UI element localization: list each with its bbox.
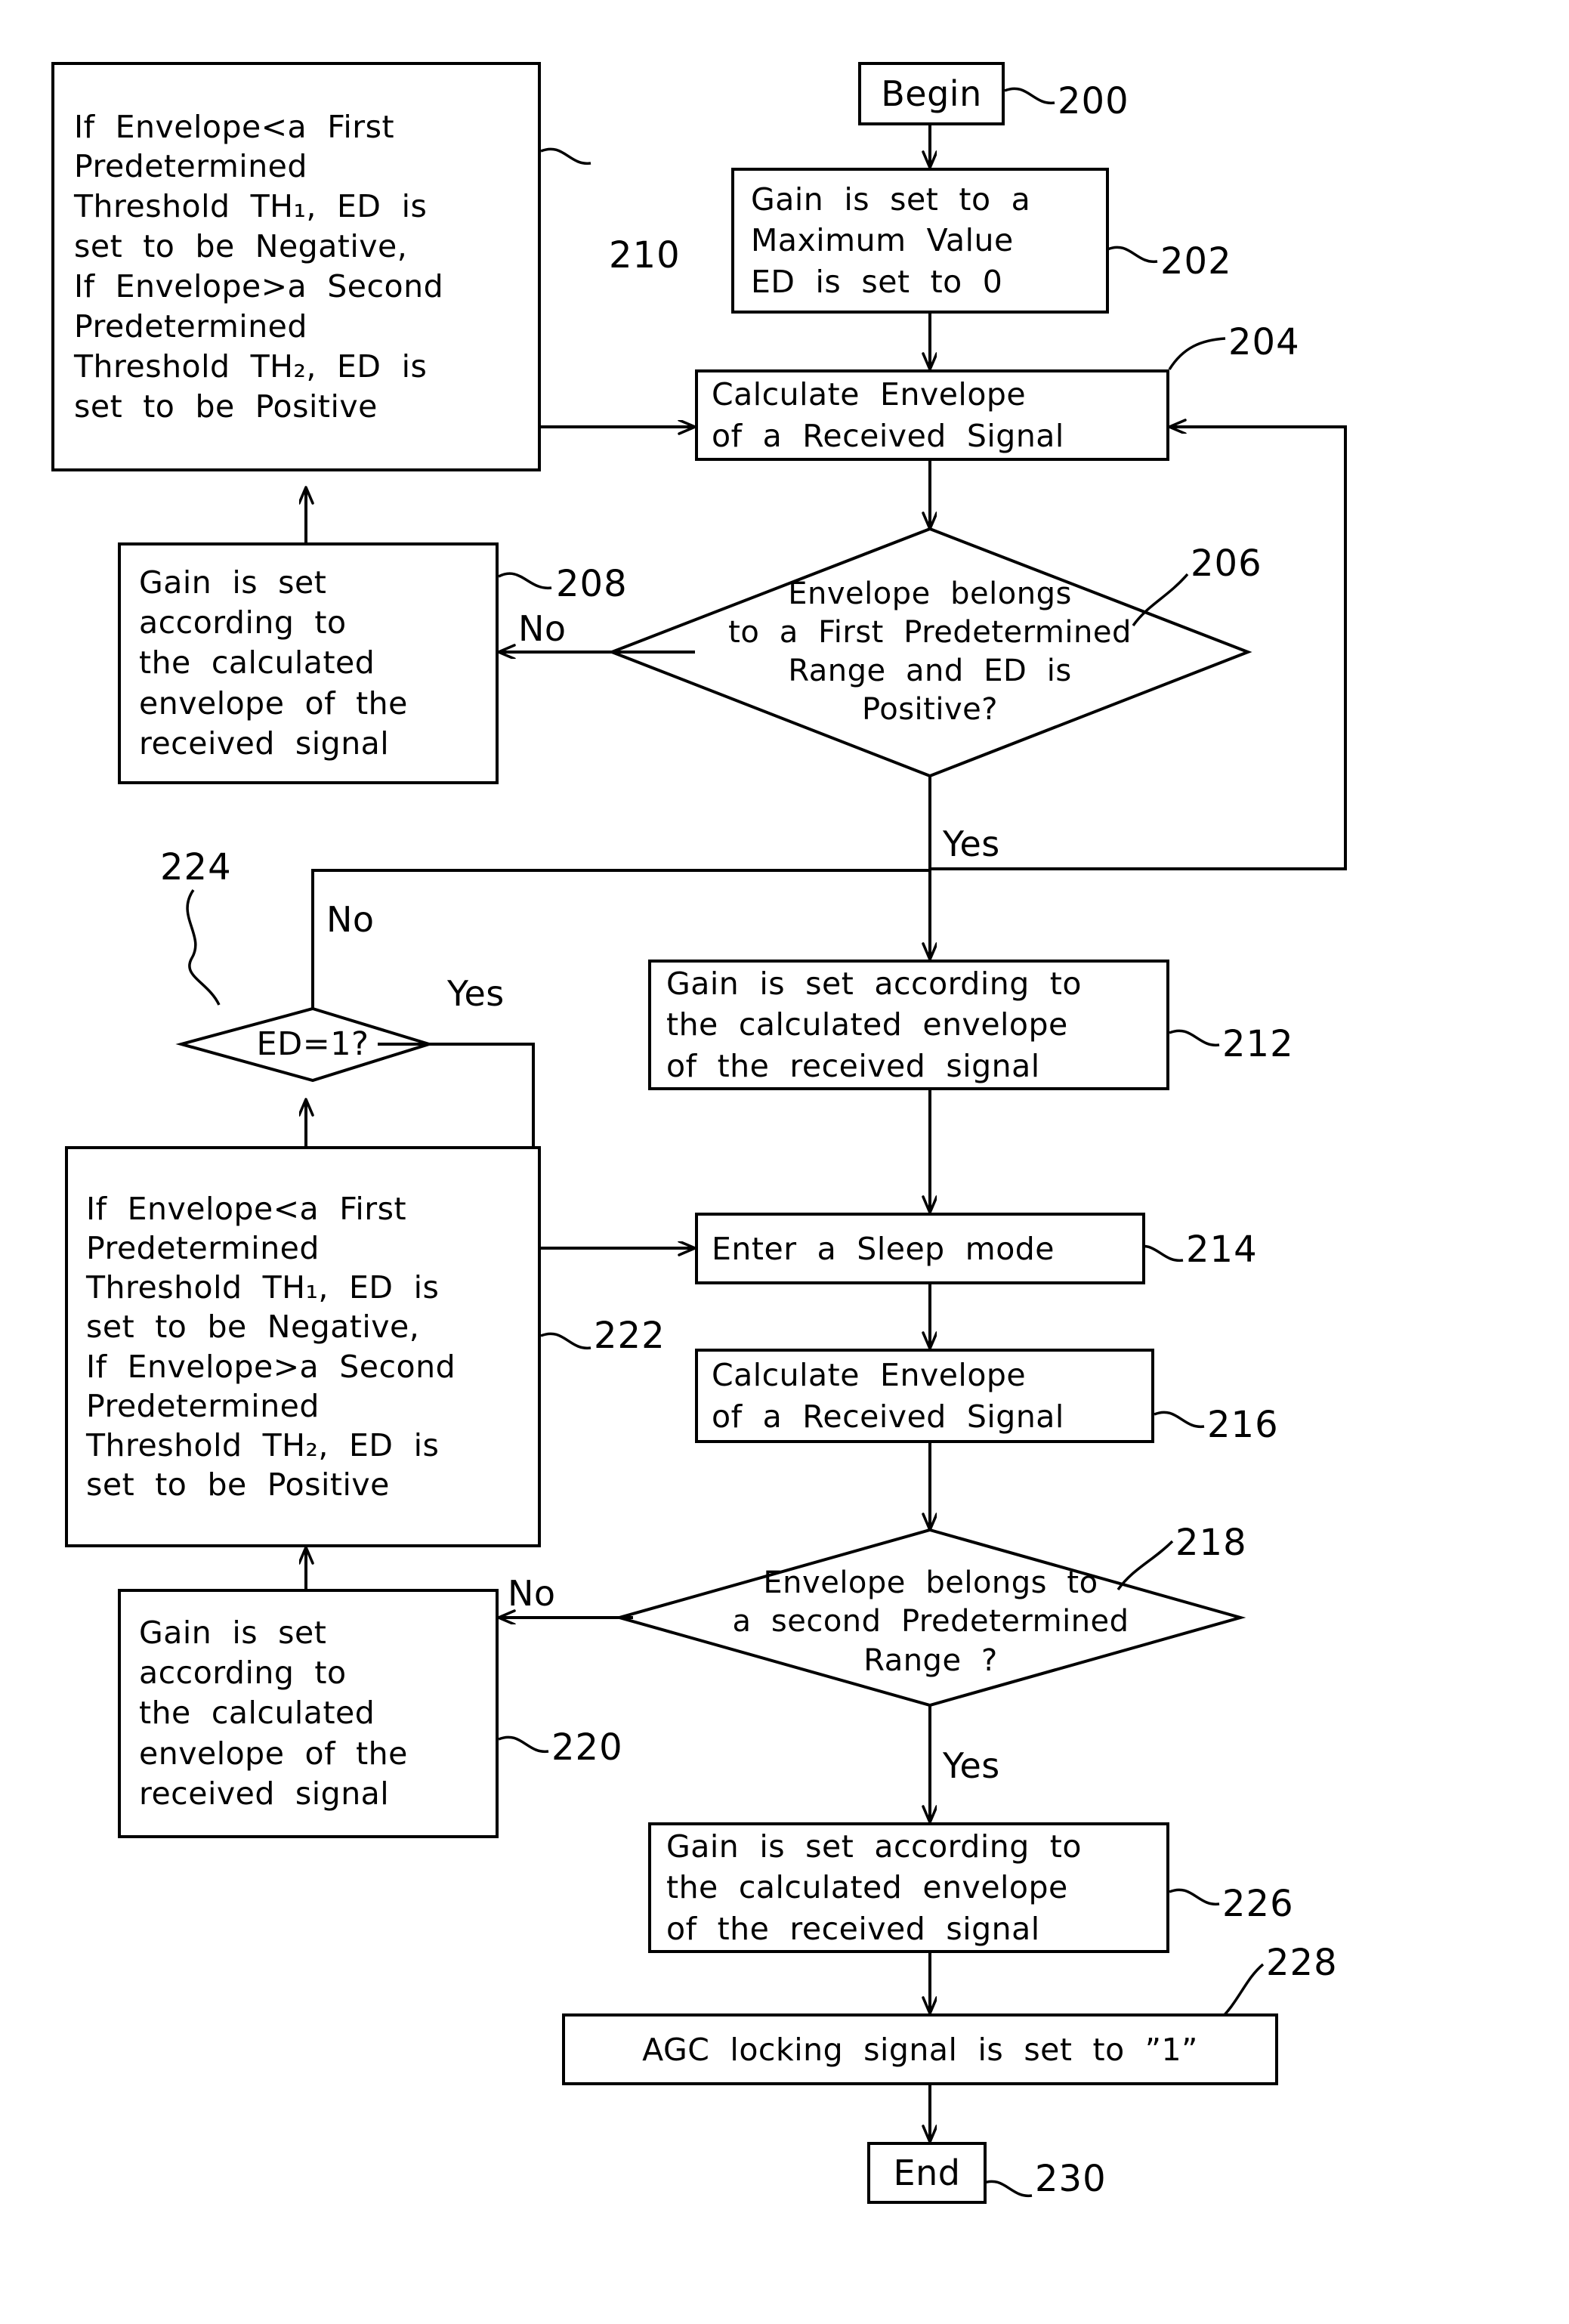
edge-label-224-no: No bbox=[326, 899, 375, 940]
ref-label-206: 206 bbox=[1191, 542, 1262, 585]
terminal-end: End bbox=[867, 2142, 987, 2204]
ref-label-200: 200 bbox=[1058, 80, 1129, 122]
leader-216 bbox=[1154, 1411, 1205, 1428]
box-222-line-2: Predetermined bbox=[86, 1230, 320, 1267]
box-202-line-1: Gain is set to a bbox=[751, 181, 1031, 218]
leader-204 bbox=[1168, 337, 1226, 370]
box-210-line-7: Threshold TH₂, ED is bbox=[74, 348, 428, 385]
ref-label-226: 226 bbox=[1222, 1883, 1294, 1925]
ref-label-224: 224 bbox=[160, 846, 232, 888]
ref-label-208: 208 bbox=[556, 563, 628, 605]
leader-226 bbox=[1169, 1888, 1220, 1905]
box-208-line-1: Gain is set bbox=[139, 564, 327, 601]
box-208-line-5: received signal bbox=[139, 725, 390, 762]
ref-label-212: 212 bbox=[1222, 1023, 1294, 1065]
box-216-line-2: of a Received Signal bbox=[712, 1398, 1064, 1435]
process-box-212: Gain is set according to the calculated … bbox=[648, 960, 1169, 1090]
box-222-line-6: Predetermined bbox=[86, 1387, 320, 1424]
box-220-line-2: according to bbox=[139, 1655, 347, 1692]
flowchart-canvas: If Envelope<a First Predetermined Thresh… bbox=[0, 0, 1569, 2324]
box-222-line-7: Threshold TH₂, ED is bbox=[86, 1426, 440, 1463]
decision-218-shape bbox=[613, 1528, 1246, 1707]
box-210-line-2: Predetermined bbox=[74, 148, 307, 185]
box-208-line-2: according to bbox=[139, 604, 347, 641]
ref-label-210: 210 bbox=[609, 234, 681, 277]
box-202-line-2: Maximum Value bbox=[751, 222, 1014, 259]
ref-label-214: 214 bbox=[1186, 1228, 1258, 1271]
box-210-line-5: If Envelope>a Second bbox=[74, 268, 444, 304]
box-212-line-1: Gain is set according to bbox=[666, 966, 1082, 1003]
box-210-line-8: set to be Positive bbox=[74, 388, 378, 425]
process-box-228: AGC locking signal is set to ”1” bbox=[562, 2013, 1278, 2085]
box-226-line-1: Gain is set according to bbox=[666, 1828, 1082, 1865]
process-box-220: Gain is set according to the calculated … bbox=[118, 1589, 499, 1838]
begin-label: Begin bbox=[881, 73, 982, 114]
box-226-line-3: of the received signal bbox=[666, 1910, 1040, 1947]
ref-label-220: 220 bbox=[551, 1726, 623, 1769]
leader-212 bbox=[1169, 1029, 1220, 1046]
process-box-208: Gain is set according to the calculated … bbox=[118, 542, 499, 784]
box-210-line-3: Threshold TH₁, ED is bbox=[74, 188, 428, 225]
edge-label-218-no: No bbox=[508, 1573, 556, 1614]
box-222-line-4: set to be Negative, bbox=[86, 1309, 420, 1346]
edge-label-206-no: No bbox=[518, 608, 567, 649]
ref-label-228: 228 bbox=[1266, 1942, 1338, 1984]
process-box-202: Gain is set to a Maximum Value ED is set… bbox=[731, 168, 1109, 314]
box-210-line-6: Predetermined bbox=[74, 307, 307, 345]
box-210-line-4: set to be Negative, bbox=[74, 228, 408, 265]
box-220-line-3: the calculated bbox=[139, 1695, 375, 1732]
box-222-line-3: Threshold TH₁, ED is bbox=[86, 1269, 440, 1306]
process-box-216: Calculate Envelope of a Received Signal bbox=[695, 1349, 1154, 1443]
ref-label-204: 204 bbox=[1228, 321, 1300, 363]
box-220-line-5: received signal bbox=[139, 1775, 390, 1812]
ref-label-216: 216 bbox=[1207, 1404, 1279, 1446]
box-204-line-1: Calculate Envelope bbox=[712, 375, 1027, 413]
box-212-line-2: the calculated envelope bbox=[666, 1006, 1068, 1043]
leader-202 bbox=[1107, 246, 1158, 263]
box-210-line-1: If Envelope<a First bbox=[74, 108, 395, 145]
leader-230 bbox=[981, 2180, 1033, 2197]
box-226-line-2: the calculated envelope bbox=[666, 1869, 1068, 1906]
box-204-line-2: of a Received Signal bbox=[712, 417, 1064, 454]
leader-210 bbox=[540, 147, 591, 165]
ref-label-218: 218 bbox=[1175, 1522, 1247, 1564]
box-222-line-1: If Envelope<a First bbox=[86, 1191, 407, 1228]
edge-feedback-to-204 bbox=[930, 427, 1347, 870]
end-label: End bbox=[893, 2152, 961, 2193]
leader-224 bbox=[186, 888, 221, 1006]
decision-206-shape bbox=[607, 527, 1252, 778]
process-box-210: If Envelope<a First Predetermined Thresh… bbox=[51, 62, 541, 471]
box-216-line-1: Calculate Envelope bbox=[712, 1356, 1027, 1393]
edge-label-206-yes: Yes bbox=[943, 824, 1000, 864]
process-box-226: Gain is set according to the calculated … bbox=[648, 1822, 1169, 1953]
box-208-line-4: envelope of the bbox=[139, 685, 408, 722]
leader-218 bbox=[1117, 1540, 1174, 1591]
box-222-line-5: If Envelope>a Second bbox=[86, 1348, 456, 1385]
process-box-214: Enter a Sleep mode bbox=[695, 1213, 1145, 1284]
box-222-line-8: set to be Positive bbox=[86, 1466, 390, 1503]
ref-label-202: 202 bbox=[1160, 240, 1232, 283]
box-208-line-3: the calculated bbox=[139, 644, 375, 681]
edge-label-218-yes: Yes bbox=[943, 1745, 1000, 1786]
box-220-line-4: envelope of the bbox=[139, 1735, 408, 1772]
leader-220 bbox=[498, 1735, 549, 1753]
ref-label-222: 222 bbox=[594, 1315, 666, 1357]
process-box-204: Calculate Envelope of a Received Signal bbox=[695, 369, 1169, 461]
leader-200 bbox=[1004, 87, 1055, 104]
leader-222 bbox=[540, 1332, 591, 1349]
leader-208 bbox=[498, 572, 552, 589]
terminal-begin: Begin bbox=[858, 62, 1005, 125]
box-214-text: Enter a Sleep mode bbox=[712, 1230, 1055, 1267]
process-box-222: If Envelope<a First Predetermined Thresh… bbox=[65, 1146, 541, 1547]
box-202-line-3: ED is set to 0 bbox=[751, 263, 1003, 300]
edge-label-224-yes: Yes bbox=[447, 973, 505, 1014]
box-212-line-3: of the received signal bbox=[666, 1047, 1040, 1084]
box-220-line-1: Gain is set bbox=[139, 1614, 327, 1651]
box-228-text: AGC locking signal is set to ”1” bbox=[642, 2031, 1198, 2068]
ref-label-230: 230 bbox=[1035, 2158, 1107, 2200]
